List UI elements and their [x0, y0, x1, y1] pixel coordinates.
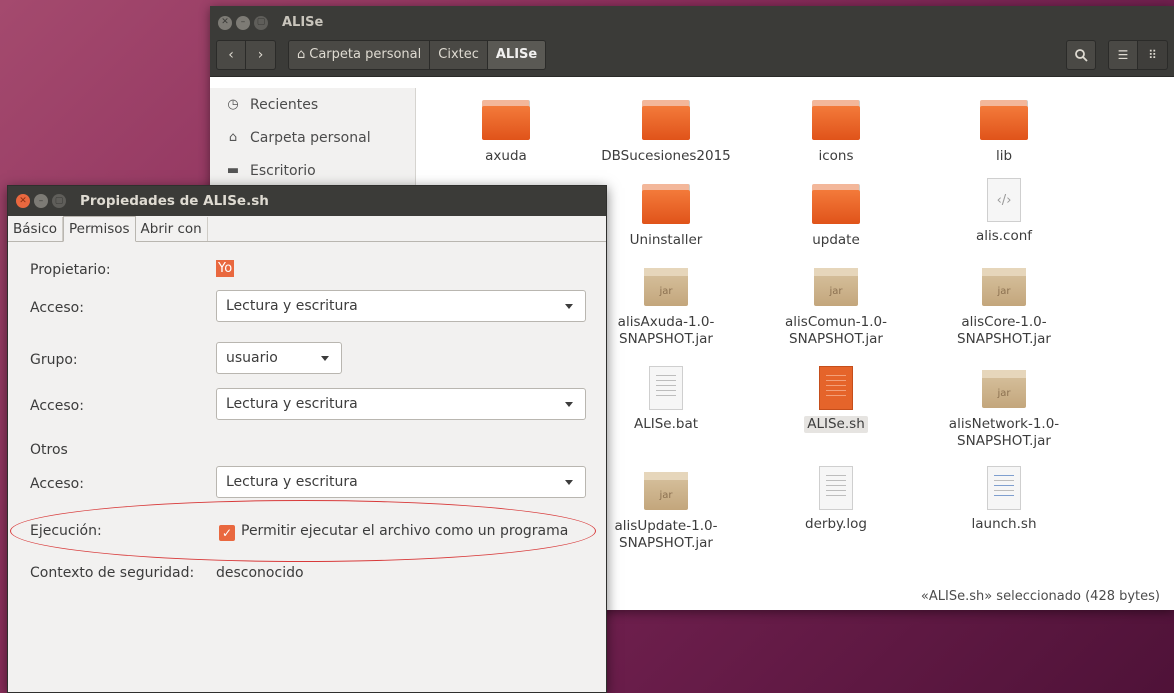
others-access-select[interactable]: Lectura y escritura: [216, 466, 586, 498]
jar-archive-icon: jar: [644, 472, 688, 510]
properties-dialog: ✕ – ▢ Propiedades de ALISe.sh Básico Per…: [7, 185, 607, 693]
file-item-dbsucesiones2015[interactable]: DBSucesiones2015: [586, 100, 746, 165]
maximize-icon[interactable]: ▢: [254, 15, 268, 30]
file-manager-toolbar: ‹ › ⌂ Carpeta personal Cixtec ALISe ☰ ⠿: [210, 39, 1174, 77]
jar-archive-icon: jar: [982, 268, 1026, 306]
file-item-derby-log[interactable]: derby.log: [756, 466, 916, 533]
home-icon: ⌂: [228, 130, 238, 145]
file-item-update[interactable]: update: [756, 184, 916, 249]
home-icon: ⌂: [297, 47, 306, 62]
chevron-down-icon: [565, 402, 573, 407]
back-icon[interactable]: ‹: [216, 39, 246, 70]
folder-icon: [812, 184, 860, 224]
group-label: Grupo:: [30, 352, 78, 368]
owner-access-select[interactable]: Lectura y escritura: [216, 290, 586, 322]
jar-archive-icon: jar: [814, 268, 858, 306]
toolbar-right: ☰ ⠿: [1060, 39, 1168, 70]
file-manager-titlebar: ✕ – ▢ ALISe: [210, 6, 1174, 39]
tab-permisos[interactable]: Permisos: [63, 216, 136, 242]
minimize-icon[interactable]: –: [34, 194, 48, 208]
folder-icon: [642, 184, 690, 224]
list-view-icon[interactable]: ☰: [1108, 39, 1138, 70]
text-file-icon: [649, 366, 683, 410]
tab-basico[interactable]: Básico: [8, 217, 64, 241]
jar-archive-icon: jar: [644, 268, 688, 306]
check-icon: ✓: [221, 526, 233, 540]
file-item-lib[interactable]: lib: [924, 100, 1084, 165]
grid-view-icon[interactable]: ⠿: [1138, 39, 1168, 70]
exec-checkbox-label[interactable]: Permitir ejecutar el archivo como un pro…: [241, 523, 568, 539]
sidebar-item-carpeta-personal[interactable]: ⌂ Carpeta personal: [210, 121, 415, 154]
file-item-icons[interactable]: icons: [756, 100, 916, 165]
sidebar-item-recientes[interactable]: ◷ Recientes: [210, 88, 415, 121]
file-item-launch-sh[interactable]: launch.sh: [924, 466, 1084, 533]
file-item-aliscomun-jar[interactable]: jar alisComun-1.0-SNAPSHOT.jar: [756, 268, 916, 348]
status-bar: «ALISe.sh» seleccionado (428 bytes): [920, 589, 1160, 604]
file-item-uninstaller[interactable]: Uninstaller: [586, 184, 746, 249]
chevron-down-icon: [565, 304, 573, 309]
breadcrumb-alise[interactable]: ALISe: [487, 40, 546, 69]
folder-icon: [642, 100, 690, 140]
nav-buttons: ‹ ›: [216, 39, 276, 70]
breadcrumb: ⌂ Carpeta personal Cixtec ALISe: [288, 39, 547, 70]
file-item-alis-conf[interactable]: ‹/› alis.conf: [924, 178, 1084, 245]
others-label: Otros: [30, 442, 68, 458]
file-item-aliscore-jar[interactable]: jar alisCore-1.0-SNAPSHOT.jar: [924, 268, 1084, 348]
group-access-select[interactable]: Lectura y escritura: [216, 388, 586, 420]
folder-icon: [980, 100, 1028, 140]
script-file-icon: [987, 466, 1021, 510]
file-item-axuda[interactable]: axuda: [426, 100, 586, 165]
close-icon[interactable]: ✕: [16, 194, 30, 208]
forward-icon[interactable]: ›: [246, 39, 276, 70]
owner-access-label: Acceso:: [30, 300, 84, 316]
jar-archive-icon: jar: [982, 370, 1026, 408]
breadcrumb-cixtec[interactable]: Cixtec: [430, 40, 488, 69]
clock-icon: ◷: [227, 97, 239, 112]
chevron-down-icon: [321, 356, 329, 361]
security-label: Contexto de seguridad:: [30, 565, 195, 581]
group-access-label: Acceso:: [30, 398, 84, 414]
text-file-icon: [819, 466, 853, 510]
close-icon[interactable]: ✕: [218, 15, 232, 30]
dialog-title: Propiedades de ALISe.sh: [80, 193, 269, 209]
exec-checkbox[interactable]: ✓: [219, 525, 235, 541]
others-access-label: Acceso:: [30, 476, 84, 492]
file-item-alisaxuda-jar[interactable]: jar alisAxuda-1.0-SNAPSHOT.jar: [586, 268, 746, 348]
file-item-alise-sh[interactable]: ALISe.sh: [756, 366, 916, 433]
breadcrumb-home[interactable]: ⌂ Carpeta personal: [289, 40, 431, 69]
file-item-alisnetwork-jar[interactable]: jar alisNetwork-1.0-SNAPSHOT.jar: [924, 370, 1084, 450]
window-title: ALISe: [282, 15, 324, 30]
sidebar-item-escritorio[interactable]: ▬ Escritorio: [210, 154, 415, 187]
minimize-icon[interactable]: –: [236, 15, 250, 30]
file-item-alisupdate-jar[interactable]: jar alisUpdate-1.0-SNAPSHOT.jar: [586, 472, 746, 552]
folder-icon: ▬: [226, 163, 240, 178]
owner-label: Propietario:: [30, 262, 111, 278]
chevron-down-icon: [565, 480, 573, 485]
file-item-alise-bat[interactable]: ALISe.bat: [586, 366, 746, 433]
maximize-icon[interactable]: ▢: [52, 194, 66, 208]
search-icon[interactable]: [1066, 39, 1096, 70]
exec-label: Ejecución:: [30, 523, 102, 539]
folder-icon: [482, 100, 530, 140]
owner-value: Yo: [216, 260, 235, 277]
script-file-icon: [819, 366, 853, 410]
security-value: desconocido: [216, 565, 304, 581]
dialog-tabs: Básico Permisos Abrir con: [8, 216, 606, 242]
dialog-titlebar: ✕ – ▢ Propiedades de ALISe.sh: [8, 186, 606, 216]
code-file-icon: ‹/›: [987, 178, 1021, 222]
group-select[interactable]: usuario: [216, 342, 342, 374]
tab-abrir-con[interactable]: Abrir con: [136, 217, 208, 241]
folder-icon: [812, 100, 860, 140]
